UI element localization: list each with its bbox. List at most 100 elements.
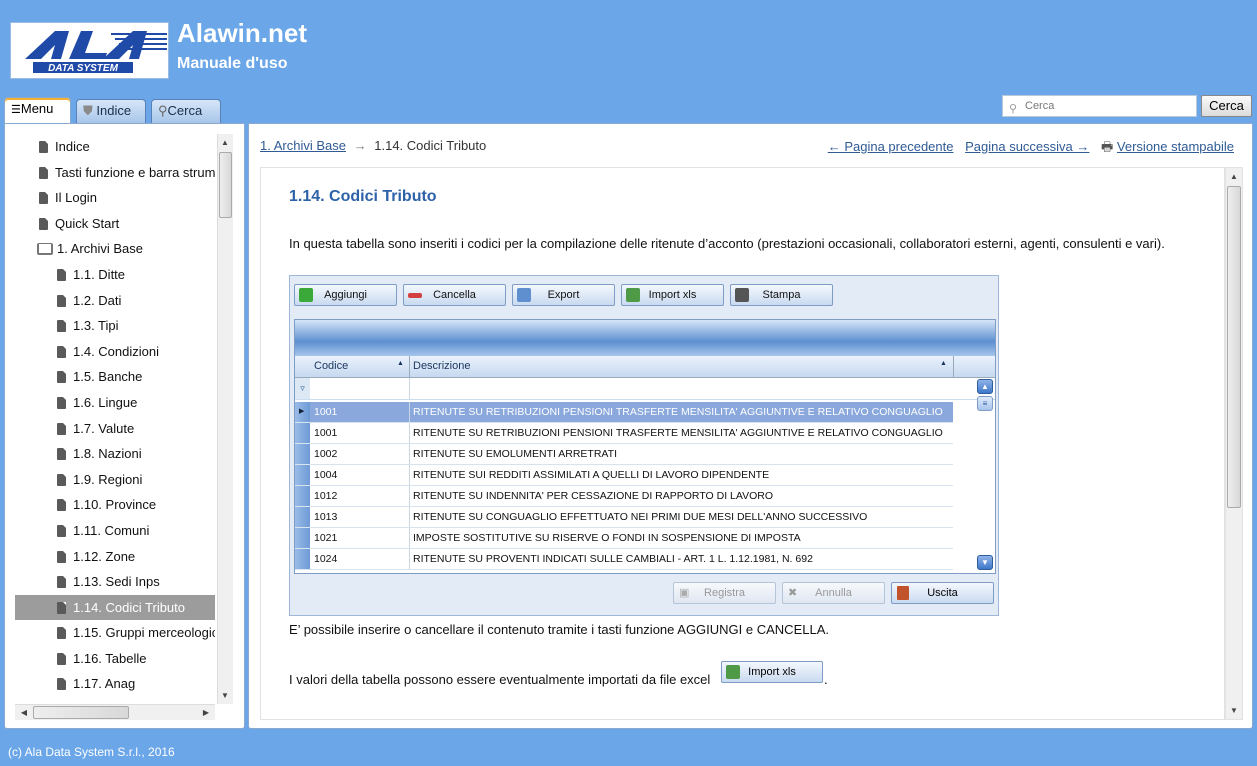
sidebar-item-ditte[interactable]: 1.1. Ditte [15, 262, 215, 288]
table-screenshot: Aggiungi Cancella Export Import xls Stam… [289, 275, 999, 616]
paragraph-aggiungi-cancella: E’ possibile inserire o cancellare il co… [289, 622, 829, 637]
column-descrizione: Descrizione [413, 360, 471, 372]
registra-label: Registra [704, 587, 745, 599]
sidebar-item-gruppi-merceologici[interactable]: 1.15. Gruppi merceologic [15, 620, 215, 646]
grid-header-band [295, 320, 995, 356]
sidebar-item-regioni[interactable]: 1.9. Regioni [15, 467, 215, 493]
sidebar-item-codici-tributo[interactable]: 1.14. Codici Tributo [15, 594, 215, 621]
sidebar-item-province[interactable]: 1.10. Province [15, 492, 215, 518]
scroll-thumb[interactable] [219, 152, 232, 218]
scroll-right-arrow-icon[interactable]: ▶ [199, 708, 213, 717]
document-icon [57, 320, 66, 333]
sort-up-icon: ▲ [397, 360, 404, 367]
sidebar-item-tasti-funzione[interactable]: Tasti funzione e barra strum [15, 160, 215, 186]
sidebar-item-nazioni[interactable]: 1.8. Nazioni [15, 441, 215, 467]
sidebar-item-label: 1.13. Sedi Inps [73, 574, 160, 590]
filter-icon: ▿ [295, 378, 310, 399]
document-icon [57, 371, 66, 384]
import-xls-button: Import xls [621, 284, 724, 306]
aggiungi-label: Aggiungi [324, 289, 367, 301]
cell-descrizione: RITENUTE SUI REDDITI ASSIMILATI A QUELLI… [413, 469, 770, 481]
breadcrumb-arrow: → [353, 138, 367, 153]
sidebar-vertical-scrollbar[interactable]: ▲ ▼ [217, 134, 233, 704]
sidebar-item-zone[interactable]: 1.12. Zone [15, 544, 215, 570]
sidebar-item-label: 1.5. Banche [73, 369, 143, 385]
table-row: 1021 IMPOSTE SOSTITUTIVE SU RISERVE O FON… [295, 528, 953, 549]
tab-cerca[interactable]: ⚲Cerca [151, 99, 221, 123]
sidebar-item-comuni[interactable]: 1.11. Comuni [15, 518, 215, 544]
grid-column-header: Codice ▲ Descrizione ▲ [295, 356, 995, 378]
table-row: 1004 RITENUTE SUI REDDITI ASSIMILATI A QU… [295, 465, 953, 486]
chevron-down-icon: ▼ [977, 555, 993, 570]
tab-menu-label: Menu [20, 101, 54, 116]
sidebar-item-valute[interactable]: 1.7. Valute [15, 416, 215, 442]
export-button: Export [512, 284, 615, 306]
breadcrumb: 1. Archivi Base → 1.14. Codici Tributo [260, 138, 486, 153]
sidebar-item-sedi-inps[interactable]: 1.13. Sedi Inps [15, 569, 215, 595]
scroll-down-arrow-icon[interactable]: ▼ [218, 691, 232, 700]
sidebar-item-tipi[interactable]: 1.3. Tipi [15, 313, 215, 339]
tab-indice[interactable]: ⛊ Indice [76, 99, 146, 123]
sidebar-item-indice[interactable]: Indice [15, 134, 215, 160]
sidebar-item-label: 1.14. Codici Tributo [73, 599, 186, 615]
row-indicator [295, 444, 310, 464]
list-icon: ☰ [11, 104, 21, 116]
sidebar-item-quick-start[interactable]: Quick Start [15, 211, 215, 237]
sidebar-item-dati[interactable]: 1.2. Dati [15, 288, 215, 314]
table-icon [517, 288, 531, 302]
tab-menu[interactable]: ☰Menu [4, 97, 71, 124]
scroll-up-arrow-icon[interactable]: ▲ [218, 138, 232, 147]
scroll-thumb[interactable] [1227, 186, 1241, 508]
document-icon [57, 550, 66, 563]
page-navigation: ← Pagina precedente Pagina successiva → … [828, 138, 1234, 160]
search-button[interactable]: Cerca [1201, 95, 1252, 117]
registra-button: ▣ Registra [673, 582, 776, 604]
stampa-button: Stampa [730, 284, 833, 306]
print-version-link[interactable]: Versione stampabile [1117, 139, 1234, 154]
document-icon [39, 141, 48, 153]
prev-page-link[interactable]: ← Pagina precedente [828, 139, 954, 154]
sidebar-horizontal-scrollbar[interactable]: ◀ ▶ [15, 704, 215, 720]
document-icon [57, 294, 66, 307]
scroll-thumb[interactable] [33, 706, 129, 719]
sidebar-item-banche[interactable]: 1.5. Banche [15, 364, 215, 390]
cell-descrizione: IMPOSTE SOSTITUTIVE SU RISERVE O FONDI I… [413, 532, 801, 544]
sidebar-item-lingue[interactable]: 1.6. Lingue [15, 390, 215, 416]
scroll-left-arrow-icon[interactable]: ◀ [17, 708, 31, 717]
tab-indice-label: Indice [96, 103, 132, 118]
breadcrumb-parent-link[interactable]: 1. Archivi Base [260, 138, 346, 153]
sidebar-item-label: 1.6. Lingue [73, 394, 138, 410]
import-xls-label: Import xls [648, 289, 697, 301]
scroll-up-arrow-icon[interactable]: ▲ [1227, 172, 1241, 181]
document-icon [57, 422, 66, 435]
document-icon [57, 499, 66, 512]
sidebar-item-condizioni[interactable]: 1.4. Condizioni [15, 339, 215, 365]
sidebar-item-archivi-base[interactable]: 1. Archivi Base [15, 236, 215, 262]
row-indicator [295, 507, 310, 527]
search-input[interactable]: ⚲ Cerca [1002, 95, 1197, 117]
document-icon [57, 627, 66, 640]
uscita-button: Uscita [891, 582, 994, 604]
sidebar-item-label: Tasti funzione e barra strum [55, 164, 215, 180]
scroll-down-arrow-icon[interactable]: ▼ [1227, 706, 1241, 715]
sidebar-item-label: Indice [55, 139, 90, 154]
document-icon [39, 217, 48, 230]
document-icon [57, 448, 66, 461]
cell-codice: 1004 [314, 469, 338, 481]
next-page-link[interactable]: Pagina successiva → [965, 139, 1089, 154]
table-row: ▶ 1001 RITENUTE SU RETRIBUZIONI PENSIONI T… [295, 402, 953, 423]
page-title: 1.14. Codici Tributo [289, 188, 437, 205]
sidebar-item-login[interactable]: Il Login [15, 185, 215, 211]
cell-codice: 1021 [314, 532, 338, 544]
cell-descrizione: RITENUTE SU RETRIBUZIONI PENSIONI TRASFE… [413, 427, 943, 439]
app-subtitle: Manuale d'uso [177, 55, 288, 72]
sidebar-item-anag[interactable]: 1.17. Anag [15, 671, 215, 697]
stampa-label: Stampa [762, 289, 801, 301]
cancella-label: Cancella [433, 289, 476, 301]
import-xls-inline-button: Import xls [721, 661, 823, 683]
sidebar-item-label: 1.11. Comuni [73, 522, 150, 538]
sidebar-item-label: 1.4. Condizioni [73, 343, 159, 359]
sidebar-item-tabelle[interactable]: 1.16. Tabelle [15, 646, 215, 672]
content-vertical-scrollbar[interactable]: ▲ ▼ [1225, 167, 1243, 720]
magnifier-icon: ⚲ [158, 103, 168, 118]
